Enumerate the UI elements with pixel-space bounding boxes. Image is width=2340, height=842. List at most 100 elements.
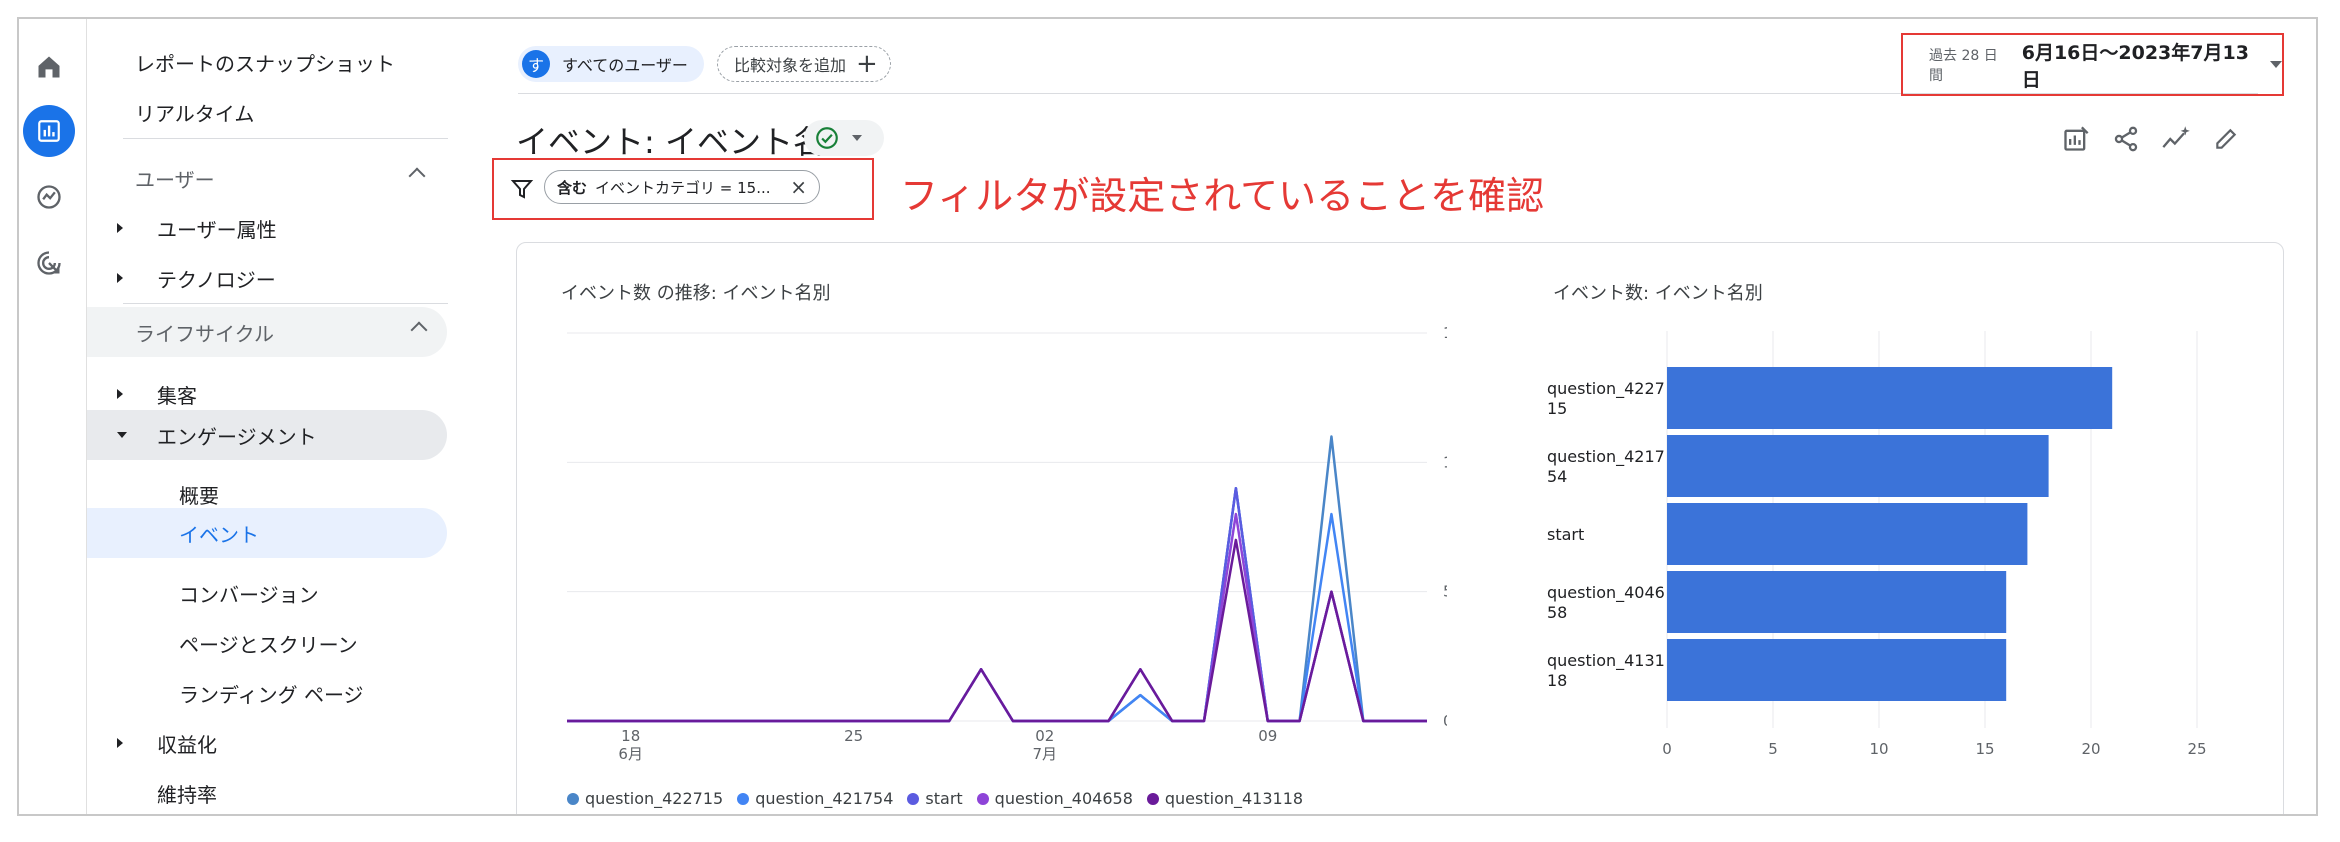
legend-dot bbox=[907, 792, 920, 805]
category-label: question_4227 bbox=[1547, 379, 1665, 399]
sidebar-item-label: ページとスクリーン bbox=[179, 632, 358, 657]
page-title: イベント: イベント名 bbox=[516, 123, 825, 161]
customize-report-icon[interactable] bbox=[2056, 119, 2096, 159]
sidebar-item-label: コンバージョン bbox=[179, 582, 319, 607]
series-line-question_404658 bbox=[567, 512, 1427, 723]
sidebar-item-pages-screens[interactable]: ページとスクリーン bbox=[179, 618, 358, 668]
y-tick-label: 15 bbox=[1443, 324, 1447, 342]
date-range-picker[interactable]: 過去 28 日間 6月16日〜2023年7月13日 bbox=[1901, 33, 2284, 96]
filter-text: イベントカテゴリ = 15... bbox=[595, 178, 771, 197]
x-tick-label: 09 bbox=[1258, 727, 1277, 745]
filter-icon[interactable] bbox=[510, 177, 534, 201]
user-segment-chip[interactable]: す すべてのユーザー bbox=[518, 46, 704, 82]
sidebar-item-user-attributes[interactable]: ユーザー属性 bbox=[87, 203, 447, 253]
plus-icon: + bbox=[856, 49, 878, 79]
sidebar-section-label: ユーザー bbox=[135, 167, 215, 192]
caret-right-icon bbox=[117, 273, 123, 283]
add-comparison-label: 比較対象を追加 bbox=[734, 56, 847, 75]
x-tick-label: 18 bbox=[621, 727, 640, 745]
filter-chip[interactable]: 含む イベントカテゴリ = 15... × bbox=[544, 170, 820, 204]
series-line-question_413118 bbox=[567, 538, 1427, 723]
chevron-up-icon bbox=[410, 321, 428, 339]
bar-question_413118[interactable] bbox=[1667, 639, 2007, 701]
home-icon[interactable] bbox=[23, 41, 75, 93]
reports-icon[interactable] bbox=[23, 105, 75, 157]
x-tick-label: 5 bbox=[1768, 740, 1778, 758]
advertising-icon[interactable] bbox=[23, 237, 75, 289]
sidebar-item-label: ユーザー属性 bbox=[157, 217, 277, 242]
category-label: question_4046 bbox=[1547, 583, 1665, 603]
category-label: 58 bbox=[1547, 603, 1567, 622]
edit-pencil-icon[interactable] bbox=[2206, 119, 2246, 159]
sidebar-item-technology[interactable]: テクノロジー bbox=[87, 253, 447, 303]
sidebar-item-landing-page[interactable]: ランディング ページ bbox=[179, 668, 364, 718]
sidebar-item-snapshot[interactable]: レポートのスナップショット bbox=[135, 37, 395, 87]
share-icon[interactable] bbox=[2106, 119, 2146, 159]
category-label: question_4131 bbox=[1547, 651, 1665, 671]
sidebar-item-retention[interactable]: 維持率 bbox=[157, 768, 217, 814]
series-line-question_422715 bbox=[567, 435, 1427, 723]
category-label: 18 bbox=[1547, 671, 1567, 690]
legend-label: question_421754 bbox=[755, 789, 894, 808]
close-icon[interactable]: × bbox=[790, 175, 807, 199]
bar-chart-title: イベント数: イベント名別 bbox=[1553, 283, 1763, 304]
sidebar-item-label: イベント bbox=[179, 522, 259, 547]
main-content: す すべてのユーザー 比較対象を追加 + 過去 28 日間 6月16日〜2023… bbox=[452, 19, 2316, 814]
filter-operator: 含む bbox=[557, 178, 588, 197]
category-label: start bbox=[1547, 525, 1584, 544]
legend-item[interactable]: question_404658 bbox=[976, 789, 1133, 808]
line-chart-title: イベント数 の推移: イベント名別 bbox=[561, 283, 831, 304]
x-tick-label: 15 bbox=[1975, 740, 1994, 758]
explore-icon[interactable] bbox=[23, 171, 75, 223]
legend-dot bbox=[737, 792, 750, 805]
sidebar-item-label: 収益化 bbox=[157, 732, 217, 757]
sidebar-item-engagement[interactable]: エンゲージメント bbox=[87, 410, 447, 460]
x-tick-label: 25 bbox=[844, 727, 863, 745]
sidebar-item-label: 概要 bbox=[179, 483, 219, 508]
title-status-dropdown[interactable] bbox=[804, 120, 884, 156]
sidebar-section-lifecycle[interactable]: ライフサイクル bbox=[87, 307, 447, 357]
sidebar-section-user[interactable]: ユーザー bbox=[135, 153, 445, 203]
nav-rail bbox=[19, 19, 87, 814]
bar-question_421754[interactable] bbox=[1667, 435, 2049, 497]
x-tick-label: 7月 bbox=[1033, 745, 1058, 763]
sidebar-item-realtime[interactable]: リアルタイム bbox=[135, 87, 254, 137]
segment-label: すべてのユーザー bbox=[562, 56, 688, 75]
category-label: 15 bbox=[1547, 399, 1567, 418]
date-preset-label: 過去 28 日間 bbox=[1929, 47, 1998, 84]
x-tick-label: 6月 bbox=[618, 745, 643, 763]
x-tick-label: 20 bbox=[2081, 740, 2100, 758]
legend-dot bbox=[567, 792, 579, 805]
app-frame: レポートのスナップショット リアルタイム ユーザー ユーザー属性 テクノロジー … bbox=[17, 17, 2318, 816]
check-circle-icon bbox=[816, 127, 838, 149]
x-tick-label: 10 bbox=[1869, 740, 1888, 758]
sidebar-item-conversions[interactable]: コンバージョン bbox=[179, 568, 319, 618]
bar-chart: 0 5 10 15 20 25question_422715question_421754… bbox=[1547, 331, 2207, 758]
x-tick-label: 0 bbox=[1662, 740, 1672, 758]
sidebar-item-monetization[interactable]: 収益化 bbox=[87, 718, 447, 768]
legend-item[interactable]: question_413118 bbox=[1146, 789, 1304, 808]
sidebar-item-label: テクノロジー bbox=[157, 267, 276, 292]
legend-label: question_413118 bbox=[1164, 789, 1304, 808]
legend-item[interactable]: question_422715 bbox=[567, 789, 723, 808]
legend-item[interactable]: start bbox=[907, 789, 963, 808]
sidebar-section-label: ライフサイクル bbox=[135, 321, 274, 346]
chart-card: イベント数 の推移: イベント名別 イベント数: イベント名別 0 5 10 15 18… bbox=[516, 242, 2284, 814]
series-line-question_421754 bbox=[567, 486, 1427, 723]
line-chart: 0 5 10 15 186月 25 027月 09 bbox=[567, 324, 1447, 763]
caret-right-icon bbox=[117, 389, 123, 399]
caret-right-icon bbox=[117, 738, 123, 748]
bar-question_422715[interactable] bbox=[1667, 367, 2113, 429]
legend-label: start bbox=[925, 789, 963, 808]
sidebar-item-label: レポートのスナップショット bbox=[135, 51, 395, 76]
sidebar-item-label: 集客 bbox=[157, 383, 197, 408]
add-comparison-button[interactable]: 比較対象を追加 + bbox=[717, 46, 891, 82]
insights-icon[interactable] bbox=[2156, 119, 2196, 159]
caret-right-icon bbox=[117, 223, 123, 233]
line-chart-legend: question_422715 question_421754 start quest… bbox=[567, 789, 1317, 808]
sidebar-item-label: ランディング ページ bbox=[179, 682, 364, 707]
bar-start[interactable] bbox=[1667, 503, 2028, 565]
sidebar-item-events[interactable]: イベント bbox=[87, 508, 447, 558]
bar-question_404658[interactable] bbox=[1667, 571, 2007, 633]
legend-item[interactable]: question_421754 bbox=[737, 789, 893, 808]
